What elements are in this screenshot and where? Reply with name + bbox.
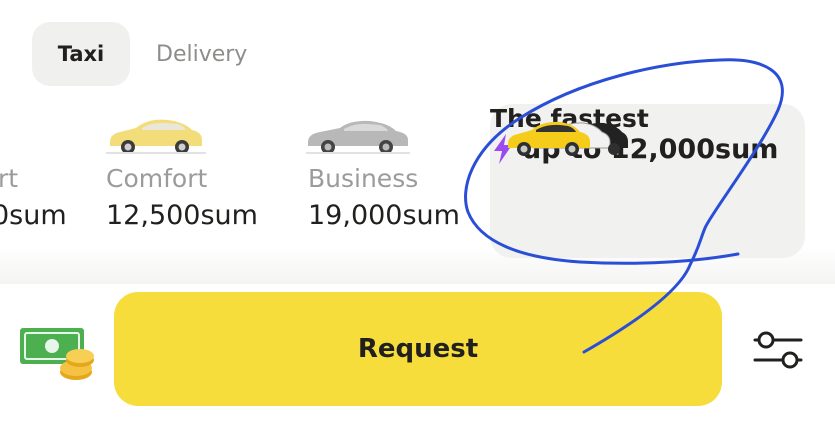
- tariff-card-fastest[interactable]: The fastest up to 12,000sum: [490, 104, 805, 258]
- request-button[interactable]: Request: [114, 292, 722, 406]
- car-icon: [306, 120, 410, 154]
- tariff-name: Business: [308, 164, 419, 193]
- service-tabs: Taxi Delivery: [32, 22, 247, 86]
- bottom-action-bar: Request: [0, 284, 835, 438]
- tab-delivery[interactable]: Delivery: [156, 42, 247, 67]
- cars-group-icon: [508, 121, 628, 156]
- tariff-price: 12,500sum: [106, 200, 258, 231]
- tariff-name: rt: [0, 164, 19, 193]
- tariff-carousel[interactable]: rt 0sum Comfort 12,500sum Business 19,00…: [0, 92, 835, 284]
- car-icon: [106, 119, 206, 154]
- tariff-name: Comfort: [106, 164, 208, 193]
- tab-taxi[interactable]: Taxi: [32, 22, 130, 86]
- tariff-price: 0sum: [0, 200, 67, 231]
- cash-icon[interactable]: [18, 322, 98, 384]
- tariff-price: 19,000sum: [308, 200, 460, 231]
- settings-sliders-icon[interactable]: [753, 328, 803, 372]
